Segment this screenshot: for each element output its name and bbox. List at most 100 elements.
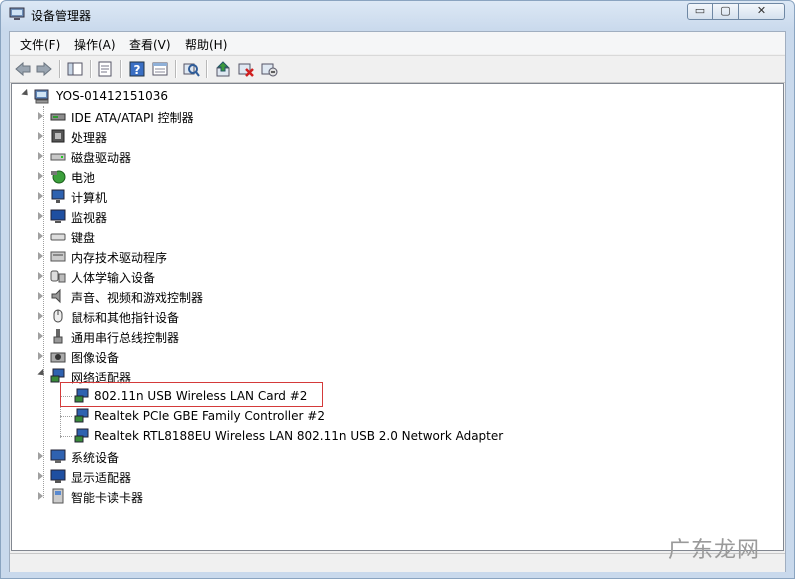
- tree-item-hid[interactable]: 人体学输入设备: [38, 266, 288, 286]
- close-icon: ✕: [756, 4, 767, 17]
- title-bar[interactable]: 设备管理器 ▭ ▢ ✕: [1, 1, 794, 29]
- expand-icon[interactable]: [38, 352, 43, 360]
- toolbar-separator: [175, 60, 177, 78]
- menu-action[interactable]: 操作(A): [74, 36, 116, 53]
- expand-icon[interactable]: [38, 452, 43, 460]
- update-driver-icon[interactable]: [214, 60, 232, 78]
- toolbar-separator: [59, 60, 61, 78]
- device-manager-window: 设备管理器 ▭ ▢ ✕ 文件(F) 操作(A) 查看(V) 帮助(H) ? YO…: [0, 0, 795, 579]
- tree-item-display-adapter[interactable]: 显示适配器: [38, 466, 288, 486]
- tree-item-label: 图像设备: [71, 351, 120, 365]
- minimize-button[interactable]: ▭: [687, 3, 713, 20]
- properties-icon[interactable]: [96, 60, 114, 78]
- menu-view[interactable]: 查看(V): [129, 36, 171, 53]
- tree-item-monitor[interactable]: 监视器: [38, 206, 288, 226]
- show-hide-tree-icon[interactable]: [66, 60, 84, 78]
- mouse-icon: [53, 309, 63, 323]
- maximize-icon: ▢: [720, 4, 731, 17]
- toolbar-separator: [90, 60, 92, 78]
- expand-icon[interactable]: [38, 252, 43, 260]
- monitor-icon: [50, 209, 66, 223]
- tree-device-realtek-rtl8188eu[interactable]: Realtek RTL8188EU Wireless LAN 802.11n U…: [74, 426, 544, 446]
- tree-item-label: 键盘: [71, 231, 96, 245]
- tree-item-computer[interactable]: 计算机: [38, 186, 288, 206]
- expand-icon[interactable]: [38, 212, 43, 220]
- menu-file[interactable]: 文件(F): [20, 36, 60, 53]
- tree-item-label: 人体学输入设备: [71, 271, 156, 285]
- tree-item-disk-drive[interactable]: 磁盘驱动器: [38, 146, 288, 166]
- tree-item-label: 系统设备: [71, 451, 120, 465]
- back-arrow-icon[interactable]: [14, 60, 32, 78]
- tree-item-label: 通用串行总线控制器: [71, 331, 180, 345]
- smart-card-reader-icon: [52, 488, 64, 504]
- tree-item-memory-driver[interactable]: 内存技术驱动程序: [38, 246, 288, 266]
- tree-root[interactable]: YOS-01412151036: [20, 86, 200, 106]
- help-icon[interactable]: ?: [128, 60, 146, 78]
- tree-item-label: 显示适配器: [71, 471, 132, 485]
- expand-icon[interactable]: [38, 172, 43, 180]
- tree-item-mouse[interactable]: 鼠标和其他指针设备: [38, 306, 288, 326]
- expand-icon[interactable]: [38, 312, 43, 320]
- usb-icon: [53, 329, 63, 344]
- toolbar: ?: [10, 55, 785, 83]
- tree-connector: [60, 416, 72, 417]
- close-button[interactable]: ✕: [739, 3, 785, 20]
- tree-item-label: 智能卡读卡器: [71, 491, 144, 505]
- tree-device-realtek-pcie[interactable]: Realtek PCIe GBE Family Controller #2: [74, 406, 374, 426]
- expand-icon[interactable]: [38, 132, 43, 140]
- device-tree[interactable]: YOS-01412151036 IDE ATA/ATAPI 控制器 处理器 磁盘…: [11, 83, 784, 551]
- tree-item-keyboard[interactable]: 键盘: [38, 226, 288, 246]
- watermark: 广东龙网: [667, 538, 760, 563]
- minimize-icon: ▭: [694, 4, 706, 17]
- tree-item-label: 监视器: [71, 211, 108, 225]
- hid-icon: [50, 270, 66, 283]
- view-icon[interactable]: [151, 60, 169, 78]
- expand-icon[interactable]: [38, 112, 43, 120]
- tree-item-label: IDE ATA/ATAPI 控制器: [71, 111, 194, 125]
- menu-help[interactable]: 帮助(H): [185, 36, 227, 53]
- client-area: 文件(F) 操作(A) 查看(V) 帮助(H) ? YOS-0141215103…: [9, 31, 786, 572]
- tree-item-system-device[interactable]: 系统设备: [38, 446, 288, 466]
- expand-icon[interactable]: [38, 472, 43, 480]
- disable-device-icon[interactable]: [237, 60, 255, 78]
- tree-item-sound[interactable]: 声音、视频和游戏控制器: [38, 286, 288, 306]
- tree-item-camera[interactable]: 图像设备: [38, 346, 288, 366]
- device-manager-icon: [9, 7, 25, 20]
- ide-controller-icon: [50, 113, 66, 121]
- expand-icon[interactable]: [38, 272, 43, 280]
- expand-icon[interactable]: [38, 292, 43, 300]
- forward-arrow-icon[interactable]: [35, 60, 53, 78]
- disk-drive-icon: [50, 153, 66, 161]
- network-adapter-icon: [74, 428, 89, 443]
- system-device-icon: [50, 449, 66, 463]
- tree-item-battery[interactable]: 电池: [38, 166, 288, 186]
- tree-item-label: 声音、视频和游戏控制器: [71, 291, 204, 305]
- tree-item-label: 处理器: [71, 131, 108, 145]
- expand-icon[interactable]: [38, 232, 43, 240]
- root-label: YOS-01412151036: [56, 89, 169, 103]
- computer-icon: [51, 189, 65, 203]
- expand-icon[interactable]: [38, 152, 43, 160]
- tree-item-usb[interactable]: 通用串行总线控制器: [38, 326, 288, 346]
- tree-connector: [60, 436, 72, 437]
- tree-item-label: 电池: [71, 171, 96, 185]
- tree-item-processor[interactable]: 处理器: [38, 126, 288, 146]
- expand-icon[interactable]: [38, 492, 43, 500]
- processor-icon: [51, 129, 65, 143]
- camera-icon: [50, 352, 66, 363]
- uninstall-device-icon[interactable]: [260, 60, 278, 78]
- tree-item-smart-card-reader[interactable]: 智能卡读卡器: [38, 486, 288, 506]
- battery-icon: [51, 170, 66, 184]
- collapse-icon[interactable]: [21, 88, 31, 99]
- scan-hardware-icon[interactable]: [182, 60, 200, 78]
- collapse-icon[interactable]: [37, 368, 47, 379]
- window-title: 设备管理器: [31, 9, 92, 23]
- highlight-box: [60, 382, 323, 407]
- tree-item-label: 计算机: [71, 191, 108, 205]
- expand-icon[interactable]: [38, 332, 43, 340]
- tree-item-label: Realtek RTL8188EU Wireless LAN 802.11n U…: [94, 429, 504, 443]
- expand-icon[interactable]: [38, 192, 43, 200]
- tree-item-ide[interactable]: IDE ATA/ATAPI 控制器: [38, 106, 288, 126]
- keyboard-icon: [50, 233, 66, 241]
- maximize-button[interactable]: ▢: [713, 3, 739, 20]
